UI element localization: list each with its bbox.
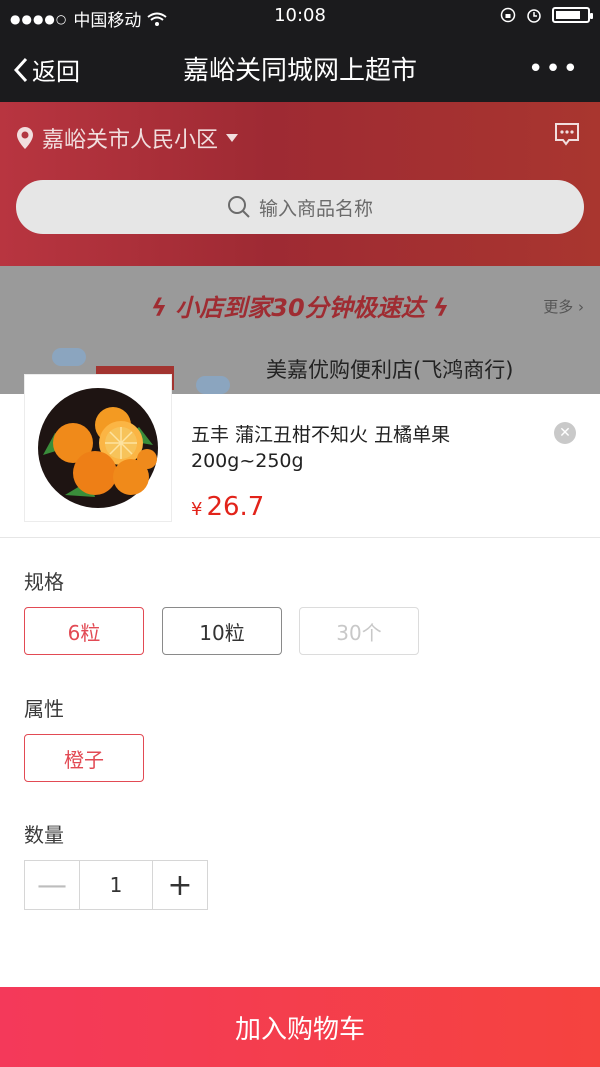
price-value: 26.7 <box>206 492 265 522</box>
product-image <box>24 374 172 522</box>
promo-banner: ϟ 小店到家30分钟极速达 ϟ <box>0 288 600 323</box>
attr-option-orange[interactable]: 橙子 <box>24 734 144 782</box>
product-options-sheet: 五丰 蒲江丑柑不知火 丑橘单果 200g~250g ¥26.7 ✕ 规格 6粒 … <box>0 374 600 1067</box>
alarm-icon <box>527 9 541 23</box>
spec-option-10[interactable]: 10粒 <box>162 607 282 655</box>
battery-icon <box>552 7 593 23</box>
location-label: 嘉峪关市人民小区 <box>42 128 219 153</box>
store-header: 嘉峪关市人民小区 输入商品名称 <box>0 102 600 266</box>
add-to-cart-button[interactable]: 加入购物车 <box>0 987 600 1067</box>
location-pin-icon <box>17 127 33 149</box>
lightning-icon: ϟ <box>433 294 449 322</box>
more-link[interactable]: 更多 › <box>543 296 584 317</box>
increment-button[interactable]: + <box>152 861 207 909</box>
spec-option-30: 30个 <box>299 607 419 655</box>
status-right <box>500 7 593 23</box>
spec-label: 规格 <box>24 570 64 594</box>
attr-label: 属性 <box>24 697 64 721</box>
close-icon[interactable]: ✕ <box>554 422 576 444</box>
status-bar: ●●●●○ 中国移动 10:08 <box>0 0 600 34</box>
chevron-right-icon: › <box>578 298 584 316</box>
decrement-button[interactable]: — <box>25 861 80 909</box>
quantity-label: 数量 <box>24 823 64 847</box>
message-icon[interactable] <box>554 122 580 146</box>
shop-name[interactable]: 美嘉优购便利店(飞鸿商行) <box>266 354 513 384</box>
search-icon <box>227 196 250 218</box>
nav-bar: 返回 嘉峪关同城网上超市 ••• <box>0 34 600 102</box>
product-price: ¥26.7 <box>191 492 264 522</box>
more-label: 更多 <box>543 298 574 316</box>
cloud-decoration <box>196 376 230 394</box>
search-input[interactable]: 输入商品名称 <box>16 180 584 234</box>
caret-down-icon <box>226 134 239 142</box>
cloud-decoration <box>52 348 86 366</box>
currency-symbol: ¥ <box>191 499 203 520</box>
orange-fruit-image <box>38 388 158 508</box>
page-title: 嘉峪关同城网上超市 <box>182 56 417 86</box>
location-selector[interactable]: 嘉峪关市人民小区 <box>16 122 239 154</box>
lightning-icon: ϟ <box>151 294 167 322</box>
search-placeholder: 输入商品名称 <box>258 197 373 220</box>
quantity-stepper: — 1 + <box>24 860 208 910</box>
product-name: 五丰 蒲江丑柑不知火 丑橘单果 200g~250g <box>191 424 451 472</box>
spec-option-6[interactable]: 6粒 <box>24 607 144 655</box>
more-menu-button[interactable]: ••• <box>528 54 580 84</box>
divider <box>0 537 600 538</box>
promo-text: 小店到家30分钟极速达 <box>175 294 425 322</box>
rotation-lock-icon <box>500 7 516 23</box>
quantity-value[interactable]: 1 <box>80 861 152 909</box>
